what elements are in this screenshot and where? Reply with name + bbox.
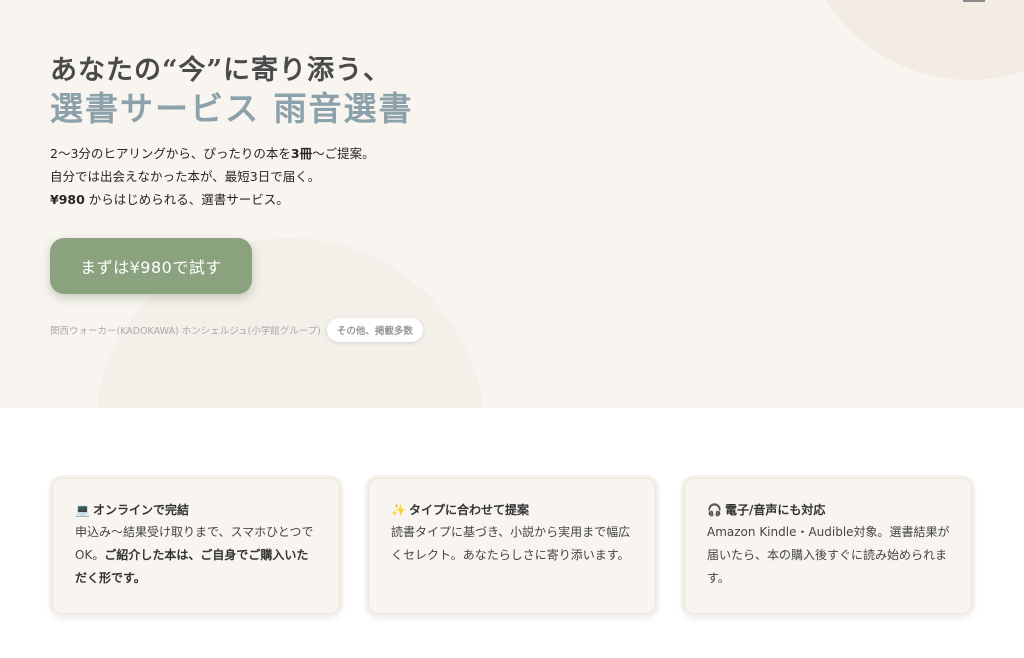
- desc-line-3-price: ¥980: [50, 192, 85, 207]
- feature-body: 読書タイプに基づき、小説から実用まで幅広くセレクト。あなたらしさに寄り添います。: [391, 521, 635, 567]
- desc-line-3-text: からはじめられる、選書サービス。: [84, 192, 289, 207]
- hero-section: あなたの“今”に寄り添う、 選書サービス 雨音選書 2〜3分のヒアリングから、ぴ…: [0, 0, 1024, 408]
- desc-line-1-text: 2〜3分のヒアリングから、ぴったりの本を: [50, 146, 291, 161]
- features-section: 💻 オンラインで完結 申込み〜結果受け取りまで、スマホひとつでOK。ご紹介した本…: [0, 408, 1024, 658]
- feature-card-ebook: 🎧 電子/音声にも対応 Amazon Kindle・Audible対象。選書結果…: [684, 478, 972, 614]
- feature-title: 💻 オンラインで完結: [75, 501, 319, 518]
- press-more-badge[interactable]: その他、掲載多数: [326, 318, 423, 342]
- menu-edge-icon[interactable]: [963, 0, 985, 2]
- feature-body: 申込み〜結果受け取りまで、スマホひとつでOK。ご紹介した本は、ご自身でご購入いた…: [75, 521, 319, 590]
- feature-card-type: ✨ タイプに合わせて提案 読書タイプに基づき、小説から実用まで幅広くセレクト。あ…: [368, 478, 656, 614]
- feature-title: ✨ タイプに合わせて提案: [391, 501, 635, 518]
- decorative-circle-top: [800, 0, 1024, 80]
- laptop-icon: 💻: [75, 502, 90, 517]
- feature-body-text: Amazon Kindle・Audible対象。選書結果が届いたら、本の購入後す…: [707, 525, 950, 585]
- feature-card-online: 💻 オンラインで完結 申込み〜結果受け取りまで、スマホひとつでOK。ご紹介した本…: [52, 478, 340, 614]
- feature-body-bold: ご紹介した本は、ご自身でご購入いただく形です。: [75, 548, 309, 585]
- desc-line-1: 2〜3分のヒアリングから、ぴったりの本を3冊〜ご提案。: [50, 142, 375, 165]
- feature-title: 🎧 電子/音声にも対応: [707, 501, 951, 518]
- try-980-button[interactable]: まずは¥980で試す: [50, 238, 252, 294]
- feature-body: Amazon Kindle・Audible対象。選書結果が届いたら、本の購入後す…: [707, 521, 951, 590]
- feature-title-text: 電子/音声にも対応: [724, 503, 826, 517]
- hero-description: 2〜3分のヒアリングから、ぴったりの本を3冊〜ご提案。 自分では出会えなかった本…: [50, 142, 375, 211]
- desc-line-2: 自分では出会えなかった本が、最短3日で届く。: [50, 169, 321, 184]
- desc-line-1-tail: 〜ご提案。: [312, 146, 375, 161]
- hero-headline-line2: 選書サービス 雨音選書: [50, 89, 414, 128]
- headphones-icon: 🎧: [707, 502, 722, 517]
- desc-line-1-bold: 3冊: [290, 146, 313, 161]
- sparkles-icon: ✨: [391, 502, 406, 517]
- press-mentions: 関西ウォーカー(KADOKAWA) ホンシェルジュ(小学館グループ) その他、掲…: [50, 318, 423, 342]
- feature-title-text: タイプに合わせて提案: [408, 503, 529, 517]
- press-list: 関西ウォーカー(KADOKAWA) ホンシェルジュ(小学館グループ): [50, 326, 321, 337]
- desc-line-3: ¥980 からはじめられる、選書サービス。: [50, 188, 375, 211]
- feature-title-text: オンラインで完結: [92, 503, 189, 517]
- feature-body-text: 読書タイプに基づき、小説から実用まで幅広くセレクト。あなたらしさに寄り添います。: [391, 525, 631, 562]
